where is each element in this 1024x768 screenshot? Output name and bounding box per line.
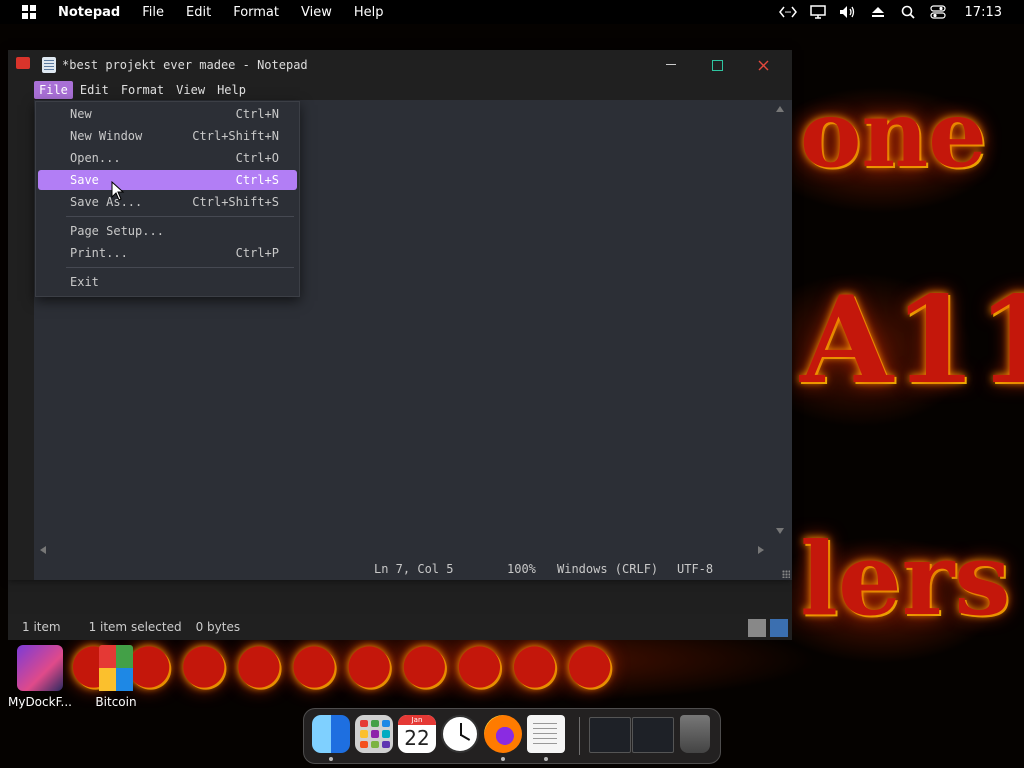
wallpaper-flame-art: one (800, 80, 987, 188)
menu-item-shortcut: Ctrl+P (235, 246, 279, 260)
finder-icon[interactable] (312, 715, 350, 753)
dock: Jan 22 (303, 708, 721, 764)
scroll-down-arrow-icon[interactable] (776, 528, 784, 534)
notepad-menubar: File Edit Format View Help (34, 80, 792, 100)
menu-view[interactable]: View (171, 81, 210, 99)
menu-item-page-setup[interactable]: Page Setup... (38, 221, 297, 241)
menu-item-label: Exit (70, 275, 99, 289)
desktop-icon-mydockfinder[interactable]: MyDockF... (0, 645, 80, 709)
running-indicator (501, 757, 505, 761)
control-center-icon[interactable] (923, 0, 953, 24)
menu-item-label: Page Setup... (70, 224, 164, 238)
folder-icon (16, 57, 30, 69)
notepad-status-bar: Ln 7, Col 5 100% Windows (CRLF) UTF-8 (34, 558, 792, 580)
minimize-button[interactable] (648, 50, 694, 80)
menubar-clock[interactable]: 17:13 (965, 5, 1002, 20)
wallpaper-flame-art: lers (800, 520, 1011, 638)
menu-item-shortcut: Ctrl+N (235, 107, 279, 121)
menubar-help[interactable]: Help (354, 5, 384, 20)
launchpad-icon[interactable] (355, 715, 393, 753)
menu-separator (66, 267, 294, 268)
desktop-icon-label: Bitcoin (95, 695, 137, 709)
menu-item-label: Print... (70, 246, 128, 260)
desktop-icon-label: MyDockF... (7, 695, 72, 709)
explorer-size: 0 bytes (195, 620, 241, 634)
window-thumbnail[interactable] (632, 717, 674, 753)
menu-item-save-as[interactable]: Save As... Ctrl+Shift+S (38, 192, 297, 212)
scroll-up-arrow-icon[interactable] (776, 106, 784, 112)
system-menubar: Notepad File Edit Format View Help 17:13 (0, 0, 1024, 24)
windows-logo-icon[interactable] (22, 5, 36, 19)
menubar-format[interactable]: Format (233, 5, 279, 20)
menu-item-label: Save As... (70, 195, 143, 209)
clock-icon[interactable] (441, 715, 479, 753)
details-view-button[interactable] (748, 619, 766, 637)
menu-edit[interactable]: Edit (75, 81, 114, 99)
display-icon[interactable] (803, 0, 833, 24)
eject-icon[interactable] (863, 0, 893, 24)
menubar-app-name[interactable]: Notepad (58, 5, 120, 20)
menu-item-new-window[interactable]: New Window Ctrl+Shift+N (38, 126, 297, 146)
volume-icon[interactable] (833, 0, 863, 24)
menu-item-label: Save (70, 173, 99, 187)
explorer-status-bar: 1 item 1 item selected 0 bytes (8, 614, 792, 640)
maximize-button[interactable] (694, 50, 740, 80)
menubar-edit[interactable]: Edit (186, 5, 211, 20)
menu-item-shortcut: Ctrl+Shift+N (192, 129, 279, 143)
menu-file[interactable]: File (34, 81, 73, 99)
menu-separator (66, 216, 294, 217)
mydockfinder-icon (17, 645, 63, 691)
dock-divider (579, 717, 580, 755)
menu-item-new[interactable]: New Ctrl+N (38, 104, 297, 124)
firefox-icon[interactable] (484, 715, 522, 753)
calendar-month: Jan (398, 715, 436, 725)
line-endings: Windows (CRLF) (557, 562, 659, 576)
encoding: UTF-8 (677, 562, 714, 576)
menu-help[interactable]: Help (212, 81, 251, 99)
search-icon[interactable] (893, 0, 923, 24)
close-button[interactable] (740, 50, 786, 80)
file-menu-dropdown: New Ctrl+N New Window Ctrl+Shift+N Open.… (35, 101, 300, 297)
window-title: *best projekt ever madee - Notepad (62, 58, 308, 72)
menubar-view[interactable]: View (301, 5, 332, 20)
maximize-icon (711, 59, 723, 71)
menu-item-label: Open... (70, 151, 121, 165)
tiles-view-button[interactable] (770, 619, 788, 637)
code-icon[interactable] (773, 0, 803, 24)
menu-item-shortcut: Ctrl+Shift+S (192, 195, 279, 209)
menu-item-save[interactable]: Save Ctrl+S (38, 170, 297, 190)
menu-item-shortcut: Ctrl+S (235, 173, 279, 187)
explorer-selected-count: 1 item selected (88, 620, 182, 634)
desktop-icon-bitcoin[interactable]: Bitcoin (76, 645, 156, 709)
explorer-item-count: 1 item (22, 620, 61, 634)
running-indicator (329, 757, 333, 761)
calendar-icon[interactable]: Jan 22 (398, 715, 436, 753)
menu-item-open[interactable]: Open... Ctrl+O (38, 148, 297, 168)
menu-item-exit[interactable]: Exit (38, 272, 297, 292)
bitcoin-file-icon (99, 645, 133, 691)
zoom-level: 100% (507, 562, 536, 576)
trash-icon[interactable] (680, 715, 710, 753)
menu-item-print[interactable]: Print... Ctrl+P (38, 243, 297, 263)
scroll-right-arrow-icon[interactable] (758, 546, 764, 554)
resize-grip-icon[interactable] (782, 570, 790, 578)
window-thumbnail[interactable] (589, 717, 631, 753)
textedit-icon[interactable] (527, 715, 565, 753)
wallpaper-flame-art: A11 (800, 270, 1024, 411)
cursor-position: Ln 7, Col 5 (374, 562, 454, 576)
scroll-left-arrow-icon[interactable] (40, 546, 46, 554)
menu-item-label: New Window (70, 129, 143, 143)
calendar-day: 22 (404, 726, 430, 750)
menu-format[interactable]: Format (116, 81, 169, 99)
menu-item-label: New (70, 107, 92, 121)
menubar-file[interactable]: File (142, 5, 164, 20)
running-indicator (544, 757, 548, 761)
menu-item-shortcut: Ctrl+O (235, 151, 279, 165)
window-titlebar[interactable]: *best projekt ever madee - Notepad (8, 50, 792, 80)
notepad-icon (42, 57, 56, 73)
